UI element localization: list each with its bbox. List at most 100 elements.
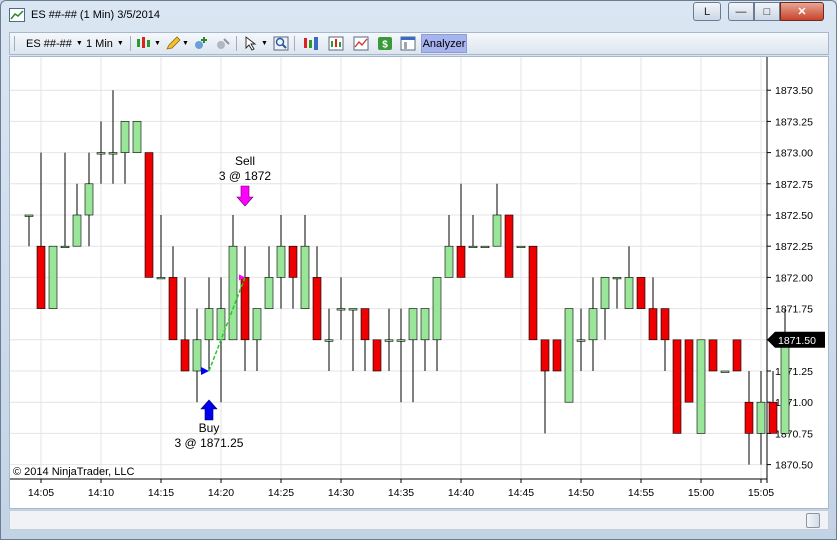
candle-body [732,339,742,372]
candle-body [288,245,298,278]
candle-body [156,277,166,280]
buy-arrow-icon [200,399,218,421]
buy-detail-label: 3 @ 1871.25 [175,436,244,450]
chevron-down-icon[interactable]: ▼ [182,33,189,54]
interval-selector[interactable]: 1 Min ▼ [86,33,124,54]
candle-body [360,308,370,341]
instrument-label: ES ##-## [26,37,72,50]
candle-body [552,339,562,372]
candle-body [636,277,646,309]
candle-body [396,339,406,342]
y-tick-label: 1873.25 [775,116,813,128]
x-tick-label: 14:10 [88,487,114,499]
candle-body [648,308,658,341]
candle-body [372,339,382,372]
trade-line [208,277,246,372]
candle-body [336,308,346,311]
bar-style-icon[interactable] [136,36,152,51]
candle-body [60,245,70,248]
candle-body [576,339,586,342]
candle-body [408,308,418,341]
y-tick-label: 1873.50 [775,85,813,97]
remove-indicator-icon[interactable] [215,36,231,51]
candle-body [720,370,730,373]
candle-body [168,277,178,341]
candle-body [444,245,454,278]
chevron-down-icon[interactable]: ▼ [154,33,161,54]
maximize-icon: □ [763,5,771,18]
x-tick-label: 14:35 [388,487,414,499]
performance-icon[interactable] [353,36,369,51]
candle-body [624,277,634,309]
buy-label: Buy [199,421,220,435]
x-tick-label: 14:40 [448,487,474,499]
y-tick-label: 1870.50 [775,460,813,472]
y-tick-label: 1872.50 [775,210,813,222]
strategy-icon[interactable] [303,36,319,51]
candle-body [204,308,214,341]
chevron-down-icon: ▼ [116,40,124,47]
candle-body [348,308,358,311]
x-tick-label: 14:05 [28,487,54,499]
maximize-button[interactable]: □ [754,2,780,21]
chart-properties-icon[interactable] [328,36,344,51]
candle-body [492,214,502,247]
sell-detail-label: 3 @ 1872 [219,169,272,183]
scroll-thumb[interactable] [806,513,820,528]
layout-button[interactable]: L [693,2,721,21]
candle-body [456,245,466,278]
candle-body [528,245,538,341]
candle-body [84,183,94,216]
window-properties-icon[interactable] [400,36,416,51]
close-button[interactable]: ✕ [780,2,824,21]
candle-body [744,401,754,434]
toolbar-separator [130,36,131,51]
candle-body [708,339,718,372]
toolbar-separator [294,36,295,51]
x-tick-label: 14:20 [208,487,234,499]
candle-body [420,308,430,341]
candle-body [504,214,514,278]
instrument-selector[interactable]: ES ##-## ▼ [26,33,83,54]
candle-body [600,277,610,309]
title-bar[interactable]: ES ##-## (1 Min) 3/5/2014 L — □ ✕ [1,1,836,29]
candle-body [696,339,706,434]
chart-panel[interactable]: 1873.50 1873.25 1873.00 1872.75 1872.50 1872.… [9,56,829,509]
drawing-pencil-icon[interactable] [165,36,181,51]
candle-body [264,277,274,309]
x-tick-label: 14:55 [628,487,654,499]
candle-body [768,401,778,434]
y-tick-label: 1873.00 [775,148,813,160]
analyzer-button[interactable]: Analyzer [421,34,467,53]
chevron-down-icon[interactable]: ▼ [261,33,268,54]
buy-entry-icon [201,367,209,375]
candle-body [132,121,142,153]
dollar-icon[interactable]: $ [377,36,393,51]
candle-body [144,152,154,278]
window-title: ES ##-## (1 Min) 3/5/2014 [31,9,161,21]
interval-label: 1 Min [86,37,113,50]
candle-body [36,245,46,309]
chart-toolbar: ES ##-## ▼ 1 Min ▼ ▼ ▼ ▼ $ Analyzer [9,32,829,55]
candle-body [180,339,190,372]
cursor-select-icon[interactable] [243,36,259,51]
x-tick-label: 14:25 [268,487,294,499]
candle-body [96,152,106,155]
sell-arrow-icon [236,185,254,207]
sell-label: Sell [235,154,255,168]
candle-body [684,339,694,403]
candle-body [384,339,394,342]
minimize-button[interactable]: — [728,2,754,21]
y-tick-label: 1872.00 [775,272,813,284]
candle-body [468,245,478,248]
candle-body [108,152,118,155]
zoom-icon[interactable] [273,36,289,51]
price-chart[interactable]: 1873.50 1873.25 1873.00 1872.75 1872.50 1872.… [10,57,828,508]
candle-body [48,245,58,309]
candle-body [216,308,226,341]
candle-body [312,277,322,341]
horizontal-scrollbar[interactable] [9,510,829,530]
x-tick-label: 14:45 [508,487,534,499]
add-indicator-icon[interactable] [193,36,209,51]
candle-body [432,277,442,341]
